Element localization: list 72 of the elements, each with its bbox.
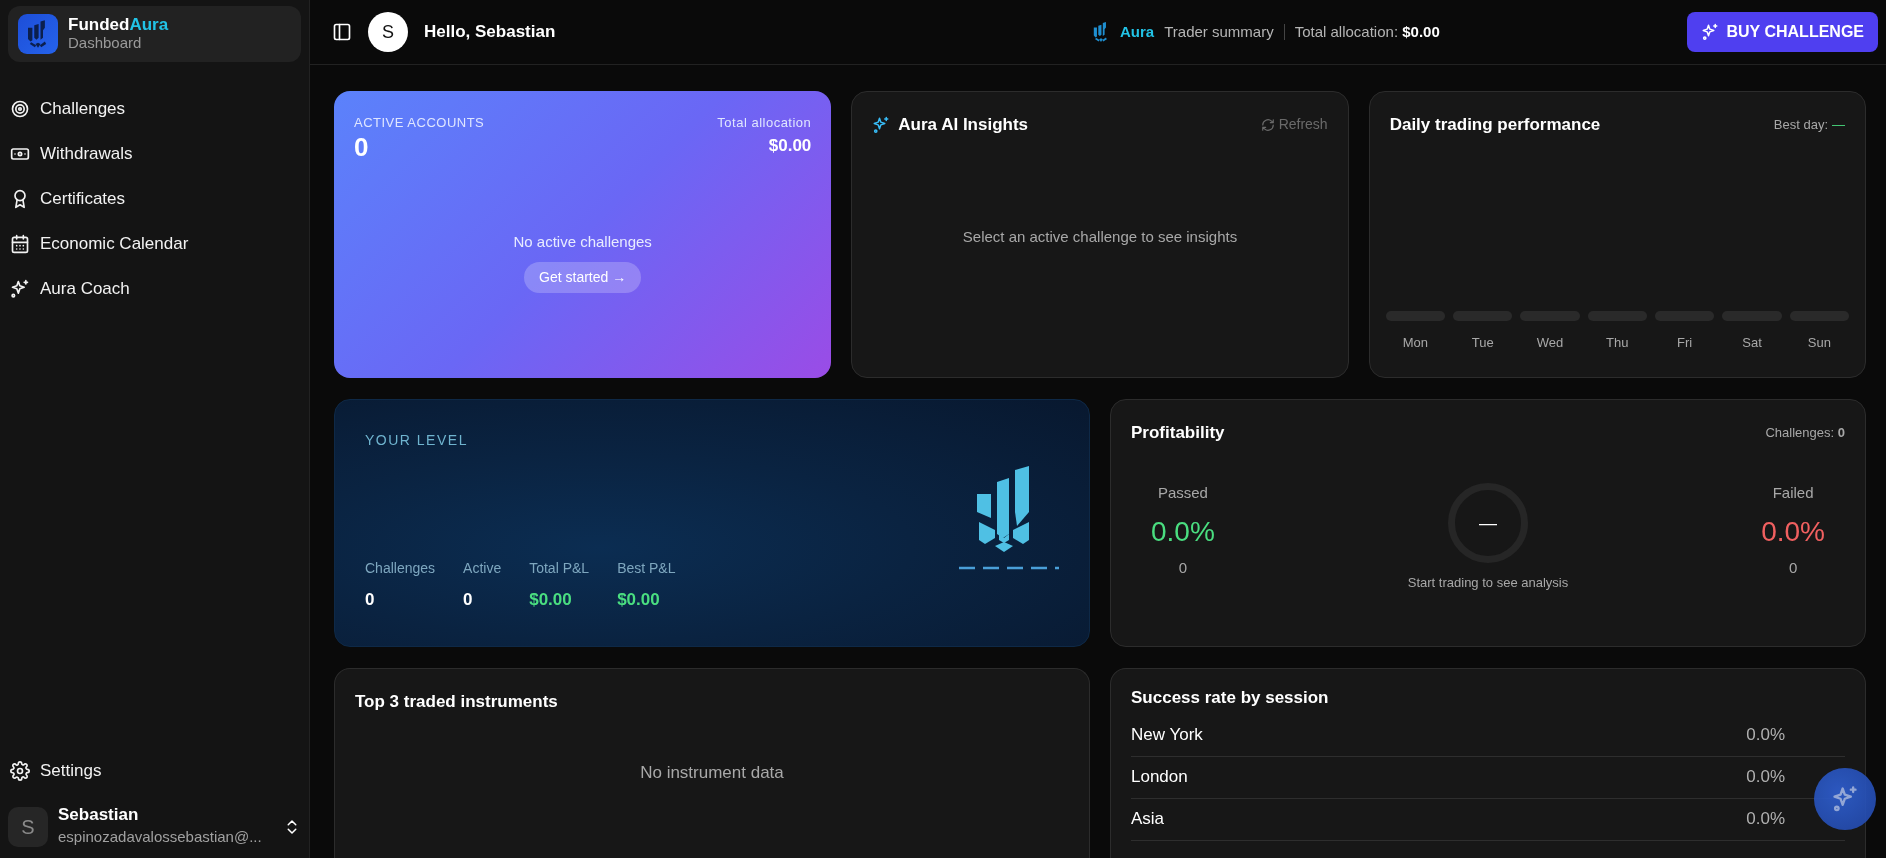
best-day-value: — — [1832, 116, 1845, 134]
session-rate: 0.0% — [1746, 766, 1785, 789]
sparkles-icon — [1700, 23, 1719, 41]
account-count: 0 — [354, 132, 370, 162]
challenge-count: Challenges: 0 — [1765, 424, 1845, 442]
stat-percent: 0.0% — [1151, 514, 1215, 549]
session-name: New York — [1131, 724, 1203, 747]
card-title: Aura AI Insights — [898, 114, 1029, 136]
refresh-icon — [1260, 117, 1275, 132]
allocation-value: $0.00 — [767, 134, 812, 157]
stat-value: 0 — [463, 588, 474, 611]
stat-value: $0.00 — [529, 588, 573, 611]
stat-count: 0 — [1177, 557, 1189, 578]
card-label: ACTIVE ACCOUNTS — [354, 114, 485, 132]
allocation-label: Total allocation — [717, 114, 812, 132]
total-allocation: Total allocation: $0.00 — [1294, 21, 1440, 42]
user-avatar: S — [8, 806, 48, 847]
target-icon — [10, 98, 30, 119]
stat-value: 0 — [365, 588, 376, 611]
brand-name: FundedAura — [68, 15, 169, 35]
session-name: Asia — [1131, 808, 1165, 831]
card-title: Success rate by session — [1131, 687, 1330, 709]
nav-link[interactable]: Withdrawals — [40, 140, 133, 167]
stat-count: 0 — [1787, 557, 1799, 578]
stat-percent: 0.0% — [1761, 514, 1825, 549]
day-label: Mon — [1402, 333, 1428, 352]
settings-link[interactable]: Settings — [40, 757, 102, 784]
nav-link[interactable]: Certificates — [40, 185, 126, 212]
brand-header[interactable]: FundedAura Dashboard — [8, 6, 301, 62]
card-title: Profitability — [1131, 422, 1225, 444]
day-label: Sun — [1807, 333, 1831, 352]
analysis-caption: Start trading to see analysis — [1407, 574, 1569, 592]
nav-link[interactable]: Aura Coach — [40, 275, 130, 302]
day-label: Wed — [1536, 333, 1564, 352]
empty-message: Select an active challenge to see insights — [962, 227, 1238, 247]
stat-label: Total P&L — [529, 558, 590, 578]
stat-value: $0.00 — [617, 588, 661, 611]
card-title: Top 3 traded instruments — [355, 691, 559, 713]
day-label: Tue — [1471, 333, 1494, 352]
brand-subtitle: Dashboard — [68, 34, 143, 53]
sidebar-toggle-icon[interactable] — [332, 22, 352, 42]
empty-message: No active challenges — [512, 232, 653, 253]
empty-message: No instrument data — [640, 761, 784, 784]
greeting: Hello, Sebastian — [424, 21, 556, 44]
nav-link[interactable]: Challenges — [40, 95, 126, 122]
session-rate: 0.0% — [1746, 724, 1785, 747]
card-title: YOUR LEVEL — [365, 431, 469, 450]
progress-ring: — — [1448, 483, 1528, 563]
card-title: Daily trading performance — [1389, 114, 1601, 136]
user-avatar: S — [368, 12, 408, 52]
settings-icon — [10, 760, 30, 781]
day-label: Thu — [1606, 333, 1629, 352]
stat-label: Challenges — [365, 558, 436, 578]
sparkles-icon — [872, 115, 891, 134]
user-name: Sebastian — [58, 805, 140, 826]
stat-label: Active — [463, 558, 502, 578]
session-name: London — [1131, 766, 1188, 789]
summary-brand: Aura — [1120, 21, 1155, 42]
nav-link[interactable]: Economic Calendar — [40, 230, 189, 257]
calendar-icon — [10, 233, 30, 254]
day-label: Sat — [1742, 333, 1762, 352]
stat-label: Best P&L — [617, 558, 676, 578]
stat-label: Passed — [1156, 483, 1209, 504]
summary-label: Trader summary — [1164, 21, 1274, 42]
stat-label: Failed — [1771, 483, 1815, 504]
sparkles-icon — [1831, 785, 1859, 813]
buy-challenge-button[interactable]: BUY CHALLENGE — [1686, 12, 1878, 52]
day-label: Fri — [1677, 333, 1693, 352]
session-rate: 0.0% — [1746, 808, 1785, 831]
best-day-label: Best day: — [1773, 116, 1828, 134]
user-email: espinozadavalossebastian@... — [58, 826, 263, 847]
sparkles-icon — [10, 278, 30, 299]
